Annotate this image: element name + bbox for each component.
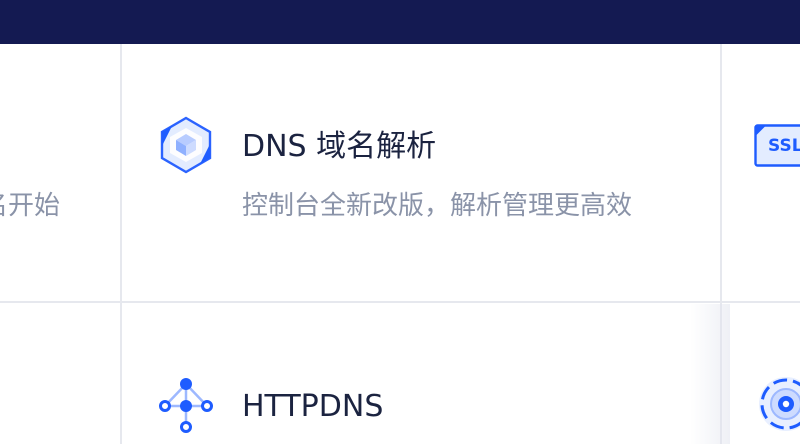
card-ssl[interactable]: SSL [722, 44, 800, 301]
card-left-top[interactable]: 名开始 [0, 44, 120, 301]
card-desc: 名开始 [0, 191, 61, 221]
card-title: DNS 域名解析 [242, 129, 437, 164]
card-dns-resolution[interactable]: DNS 域名解析 控制台全新改版，解析管理更高效 [122, 44, 720, 301]
card-left-bottom[interactable] [0, 303, 120, 444]
card-desc: 控制台全新改版，解析管理更高效 [242, 191, 633, 221]
ssl-badge-label: SSL [768, 136, 800, 156]
card-right-bottom[interactable] [722, 303, 800, 444]
card-httpdns[interactable]: HTTPDNS [122, 303, 720, 444]
target-icon [756, 373, 800, 433]
ssl-certificate-icon: SSL [754, 124, 800, 168]
dns-cube-icon [158, 116, 214, 174]
card-title: HTTPDNS [242, 389, 384, 424]
network-node-icon [156, 375, 216, 435]
top-navigation-bar [0, 0, 800, 44]
